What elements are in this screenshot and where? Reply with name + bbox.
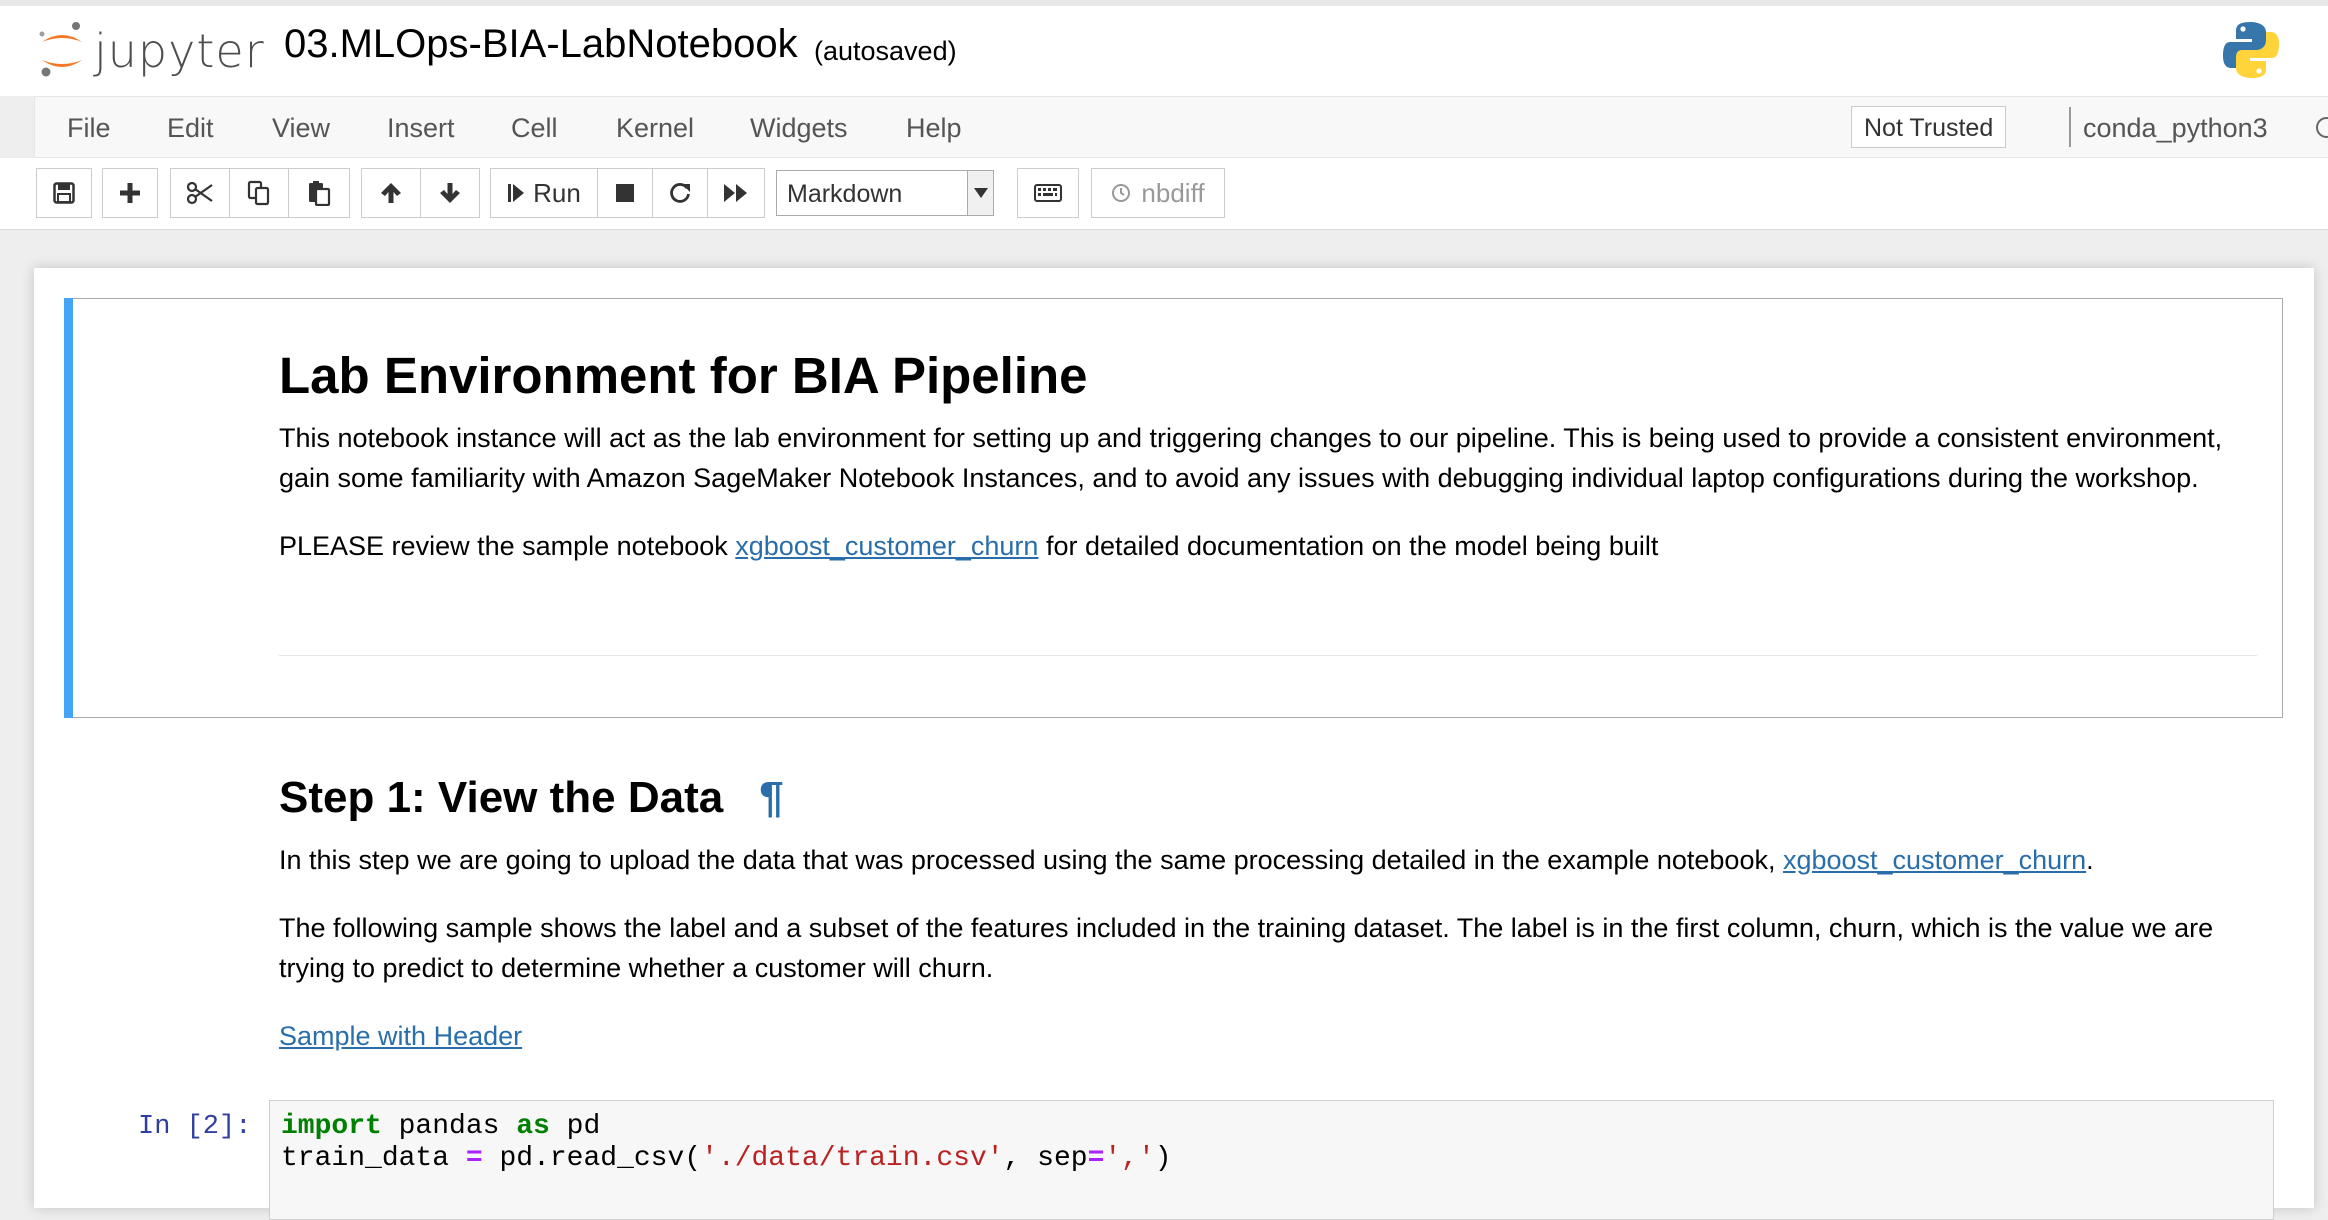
- keyboard-icon: [1034, 184, 1062, 202]
- notebook-container: Lab Environment for BIA Pipeline This no…: [34, 268, 2314, 1220]
- horizontal-rule: [279, 655, 2257, 656]
- step1-p1-prefix: In this step we are going to upload the …: [279, 845, 1783, 875]
- header: jupyter 03.MLOps-BIA-LabNotebook (autosa…: [0, 0, 2328, 96]
- intro-heading: Lab Environment for BIA Pipeline: [279, 347, 1088, 404]
- code-token: pd: [549, 1111, 601, 1142]
- review-paragraph: PLEASE review the sample notebook xgboos…: [279, 526, 2264, 566]
- menu-insert[interactable]: Insert: [387, 113, 455, 144]
- trust-status-button[interactable]: Not Trusted: [1851, 106, 2007, 148]
- code-token: as: [516, 1111, 550, 1142]
- xgboost-link[interactable]: xgboost_customer_churn: [735, 531, 1038, 561]
- menu-kernel[interactable]: Kernel: [616, 113, 694, 144]
- run-label: Run: [533, 177, 581, 208]
- notebook-name[interactable]: 03.MLOps-BIA-LabNotebook: [284, 22, 798, 67]
- code-token: train_data: [281, 1143, 466, 1174]
- review-suffix: for detailed documentation on the model …: [1038, 531, 1659, 561]
- step1-heading: Step 1: View the Data ¶: [279, 772, 2264, 824]
- step1-paragraph-2: The following sample shows the label and…: [279, 913, 2214, 983]
- nbdiff-label: nbdiff: [1141, 177, 1205, 208]
- stop-icon: [616, 184, 634, 202]
- menu-widgets[interactable]: Widgets: [750, 113, 848, 144]
- run-all-button[interactable]: [707, 168, 765, 218]
- scissors-icon: [187, 181, 213, 205]
- code-token: pandas: [381, 1111, 517, 1142]
- menu-file[interactable]: File: [67, 113, 111, 144]
- jupyter-logo-icon: [39, 22, 82, 77]
- step1-cell-content: Step 1: View the Data ¶ In this step we a…: [279, 772, 2264, 1056]
- step-forward-icon: [508, 184, 525, 202]
- cut-button[interactable]: [170, 168, 230, 218]
- code-token: pd.read_csv(: [482, 1143, 702, 1174]
- menu-view[interactable]: View: [272, 113, 330, 144]
- run-button[interactable]: Run: [490, 168, 598, 218]
- code-line-2: train_data = pd.read_csv('./data/train.c…: [281, 1143, 1172, 1174]
- menu-help[interactable]: Help: [906, 113, 962, 144]
- paste-button[interactable]: [288, 168, 350, 218]
- move-down-button[interactable]: [420, 168, 480, 218]
- xgboost-link-2[interactable]: xgboost_customer_churn: [1783, 845, 2086, 875]
- restart-kernel-button[interactable]: [652, 168, 708, 218]
- menubar: File Edit View Insert Cell Kernel Widget…: [34, 96, 2328, 158]
- arrow-up-icon: [381, 183, 401, 203]
- toolbar: Run Markdown nbdiff: [0, 158, 2328, 230]
- plus-icon: [120, 183, 140, 203]
- refresh-icon: [670, 183, 690, 203]
- arrow-down-icon: [440, 183, 460, 203]
- code-token: './data/train.csv': [701, 1143, 1004, 1174]
- history-icon: [1112, 184, 1131, 202]
- copy-icon: [247, 180, 270, 206]
- pilcrow-anchor-link[interactable]: ¶: [759, 773, 783, 822]
- code-editor[interactable]: import pandas as pd train_data = pd.read…: [269, 1100, 2274, 1220]
- fast-forward-icon: [724, 184, 747, 202]
- code-token: ',': [1104, 1143, 1155, 1174]
- save-button[interactable]: [36, 168, 92, 218]
- autosave-status: (autosaved): [814, 36, 957, 66]
- input-prompt: In [2]:: [138, 1112, 252, 1142]
- nbdiff-button[interactable]: nbdiff: [1091, 168, 1225, 218]
- intro-cell-content: Lab Environment for BIA Pipeline This no…: [279, 346, 2264, 566]
- menu-edit[interactable]: Edit: [167, 113, 214, 144]
- menu-cell[interactable]: Cell: [511, 113, 558, 144]
- paste-icon: [309, 181, 331, 206]
- move-up-button[interactable]: [361, 168, 421, 218]
- command-palette-button[interactable]: [1017, 168, 1079, 218]
- kernel-separator: [2069, 107, 2071, 147]
- jupyter-wordmark: jupyter: [94, 24, 265, 78]
- chevron-down-icon: [967, 171, 993, 215]
- cell-type-select[interactable]: Markdown: [776, 170, 994, 216]
- sample-with-header-link[interactable]: Sample with Header: [279, 1021, 522, 1051]
- code-token: =: [465, 1143, 483, 1174]
- sample-link-paragraph: Sample with Header: [279, 1016, 2264, 1056]
- review-prefix: PLEASE review the sample notebook: [279, 531, 736, 561]
- step1-p1-suffix: .: [2086, 845, 2094, 875]
- step1-heading-text: Step 1: View the Data: [279, 773, 724, 822]
- save-icon: [53, 182, 75, 204]
- jupyter-logo[interactable]: jupyter: [38, 20, 268, 82]
- intro-paragraph: This notebook instance will act as the l…: [279, 423, 2223, 493]
- kernel-name[interactable]: conda_python3: [2083, 113, 2268, 144]
- interrupt-kernel-button[interactable]: [597, 168, 653, 218]
- cell-type-value: Markdown: [787, 180, 903, 208]
- selected-cell-indicator: [64, 298, 73, 718]
- python-logo-icon: [2223, 22, 2279, 78]
- kernel-idle-icon: [2316, 117, 2328, 138]
- code-token: ): [1154, 1143, 1172, 1174]
- code-token: import: [281, 1111, 382, 1142]
- code-line-1: import pandas as pd: [281, 1111, 600, 1142]
- copy-button[interactable]: [229, 168, 289, 218]
- code-token: , sep: [1003, 1143, 1088, 1174]
- step1-paragraph-1: In this step we are going to upload the …: [279, 840, 2264, 880]
- code-token: =: [1087, 1143, 1105, 1174]
- insert-cell-button[interactable]: [102, 168, 158, 218]
